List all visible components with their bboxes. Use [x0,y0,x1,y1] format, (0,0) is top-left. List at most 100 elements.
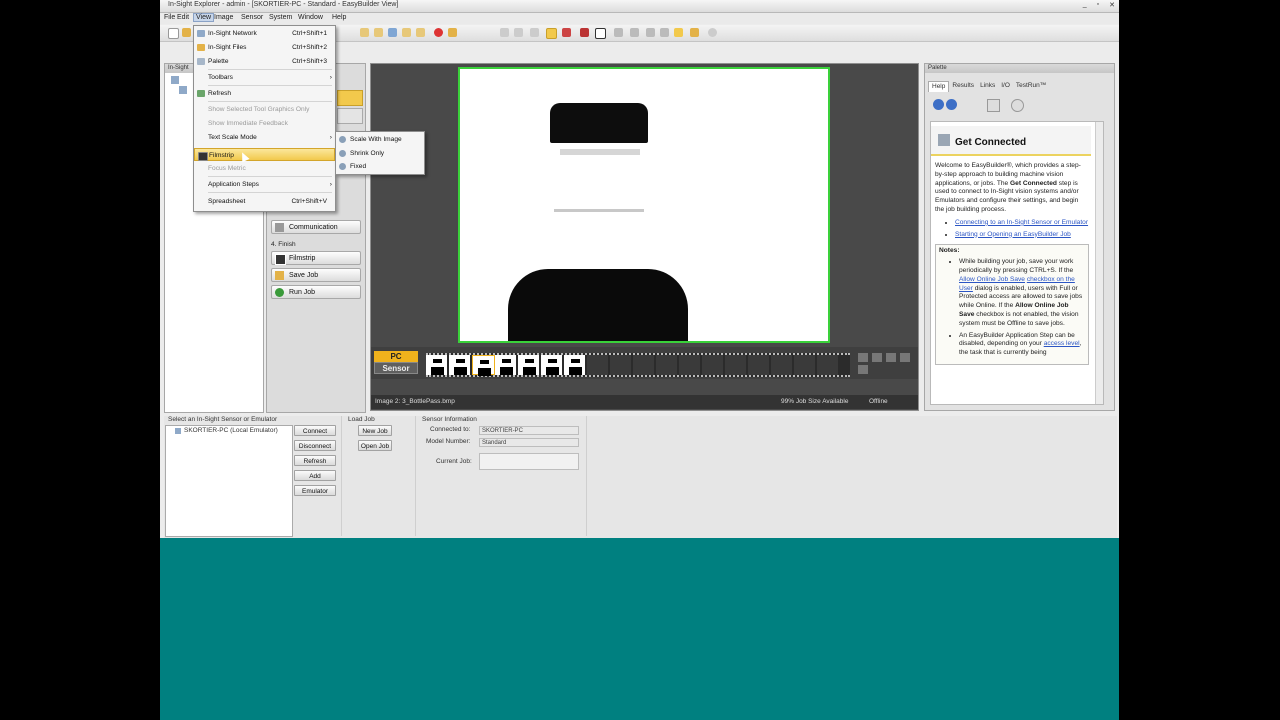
filmstrip-last-icon[interactable] [900,353,910,362]
film-frame[interactable] [472,355,495,376]
network-icon[interactable] [171,76,179,84]
submenu-item-scale-with-image[interactable]: Scale With Image [336,133,424,146]
menu-item-toolbars[interactable]: Toolbars › [194,71,335,84]
save-job-button[interactable]: Save Job [271,268,361,282]
online-icon[interactable] [674,28,683,37]
new-icon[interactable] [168,28,179,39]
disconnect-button[interactable]: Disconnect [294,440,336,451]
film-frame[interactable] [587,355,610,375]
filmstrip-play-icon[interactable] [858,365,868,374]
current-job-field[interactable] [479,453,579,470]
menu-edit[interactable]: Edit [177,14,189,21]
play-icon[interactable] [360,28,369,37]
zoom-fill-icon[interactable] [546,28,557,39]
refresh-icon[interactable] [660,28,669,37]
menu-item-application-steps[interactable]: Application Steps › [194,178,335,191]
menu-item-text-scale-mode[interactable]: Text Scale Mode › [194,131,335,144]
filmstrip-first-icon[interactable] [858,353,868,362]
film-frame[interactable] [679,355,702,375]
film-frame[interactable] [541,355,564,375]
graphics-icon[interactable] [562,28,571,37]
menu-view[interactable]: View [193,13,215,22]
open-icon[interactable] [182,28,191,37]
menu-file[interactable]: File [164,14,175,21]
menu-sensor[interactable]: Sensor [241,14,263,21]
filmstrip-prev-icon[interactable] [872,353,882,362]
camera-icon[interactable] [690,28,699,37]
allow-online-job-save-link[interactable]: Allow Online Job Save [959,276,1025,283]
record-icon[interactable] [434,28,443,37]
open-job-button[interactable]: Open Job [358,440,392,451]
help-scrollbar[interactable] [1095,122,1103,404]
menu-item-palette[interactable]: Palette Ctrl+Shift+3 [194,55,335,68]
menu-help[interactable]: Help [332,14,346,21]
menu-item-filmstrip[interactable]: Filmstrip [194,148,335,161]
film-frame[interactable] [817,355,840,375]
forward-icon[interactable] [946,99,957,110]
film-frame[interactable] [495,355,518,375]
film-frame[interactable] [633,355,656,375]
bottle-image[interactable] [458,67,830,343]
menu-item-show-immediate-feedback[interactable]: Show Immediate Feedback [194,117,335,130]
communication-button[interactable]: Communication [271,220,361,234]
film-frame[interactable] [426,355,449,375]
filmstrip-next-icon[interactable] [886,353,896,362]
close-button[interactable]: ✕ [1109,1,1115,9]
menu-image[interactable]: Image [214,14,233,21]
film-frame[interactable] [518,355,541,375]
emulator-button[interactable]: Emulator [294,485,336,496]
menu-item-in-sight-network[interactable]: In-Sight Network Ctrl+Shift+1 [194,27,335,40]
trigger-icon[interactable] [448,28,457,37]
calibrate-icon[interactable] [630,28,639,37]
minimize-button[interactable]: _ [1083,1,1087,9]
zoom-fit-icon[interactable] [530,28,539,37]
tab-io[interactable]: I/O [998,81,1013,92]
menu-system[interactable]: System [269,14,292,21]
add-button[interactable]: Add [294,470,336,481]
sensor-list-item[interactable]: SKORTIER-PC (Local Emulator) [184,427,278,434]
film-frame[interactable] [748,355,771,375]
forward-icon[interactable] [402,28,411,37]
overlay-icon[interactable] [580,28,589,37]
film-frame[interactable] [449,355,472,375]
maximize-button[interactable]: ▫ [1097,1,1099,9]
home-icon[interactable] [987,99,1000,112]
tab-links[interactable]: Links [977,81,998,92]
zoom-in-icon[interactable] [500,28,509,37]
help-icon[interactable] [708,28,717,37]
access-level-link[interactable]: access level [1044,340,1080,347]
zoom-out-icon[interactable] [514,28,523,37]
tab-results[interactable]: Results [949,81,977,92]
sensor-toggle[interactable]: Sensor [374,362,418,374]
help-search-icon[interactable] [1011,99,1024,112]
refresh-button[interactable]: Refresh [294,455,336,466]
step-get-connected[interactable] [337,90,363,106]
film-frame[interactable] [656,355,679,375]
step-icon[interactable] [388,28,397,37]
film-frame[interactable] [702,355,725,375]
step-set-up-image[interactable] [337,108,363,124]
run-job-button[interactable]: Run Job [271,285,361,299]
menu-item-spreadsheet[interactable]: Spreadsheet Ctrl+Shift+V [194,195,335,208]
connected-to-field[interactable]: SKORTIER-PC [479,426,579,435]
new-job-button[interactable]: New Job [358,425,392,436]
menu-item-refresh[interactable]: Refresh [194,87,335,100]
menu-item-show-selected-tool-graphics[interactable]: Show Selected Tool Graphics Only [194,103,335,116]
end-icon[interactable] [416,28,425,37]
tab-help[interactable]: Help [928,81,950,92]
back-icon[interactable] [933,99,944,110]
connect-button[interactable]: Connect [294,425,336,436]
submenu-item-shrink-only[interactable]: Shrink Only [336,147,424,160]
grid-icon[interactable] [614,28,623,37]
help-link-connecting[interactable]: Connecting to an In-Sight Sensor or Emul… [955,219,1088,226]
film-frame[interactable] [771,355,794,375]
model-number-field[interactable]: Standard [479,438,579,447]
settings-icon[interactable] [646,28,655,37]
display-icon[interactable] [595,28,606,39]
film-frame[interactable] [794,355,817,375]
pc-toggle[interactable]: PC [374,351,418,362]
film-frame[interactable] [725,355,748,375]
menu-item-focus-metric[interactable]: Focus Metric [194,162,335,175]
sensor-icon[interactable] [179,86,187,94]
submenu-item-fixed[interactable]: Fixed [336,160,424,173]
